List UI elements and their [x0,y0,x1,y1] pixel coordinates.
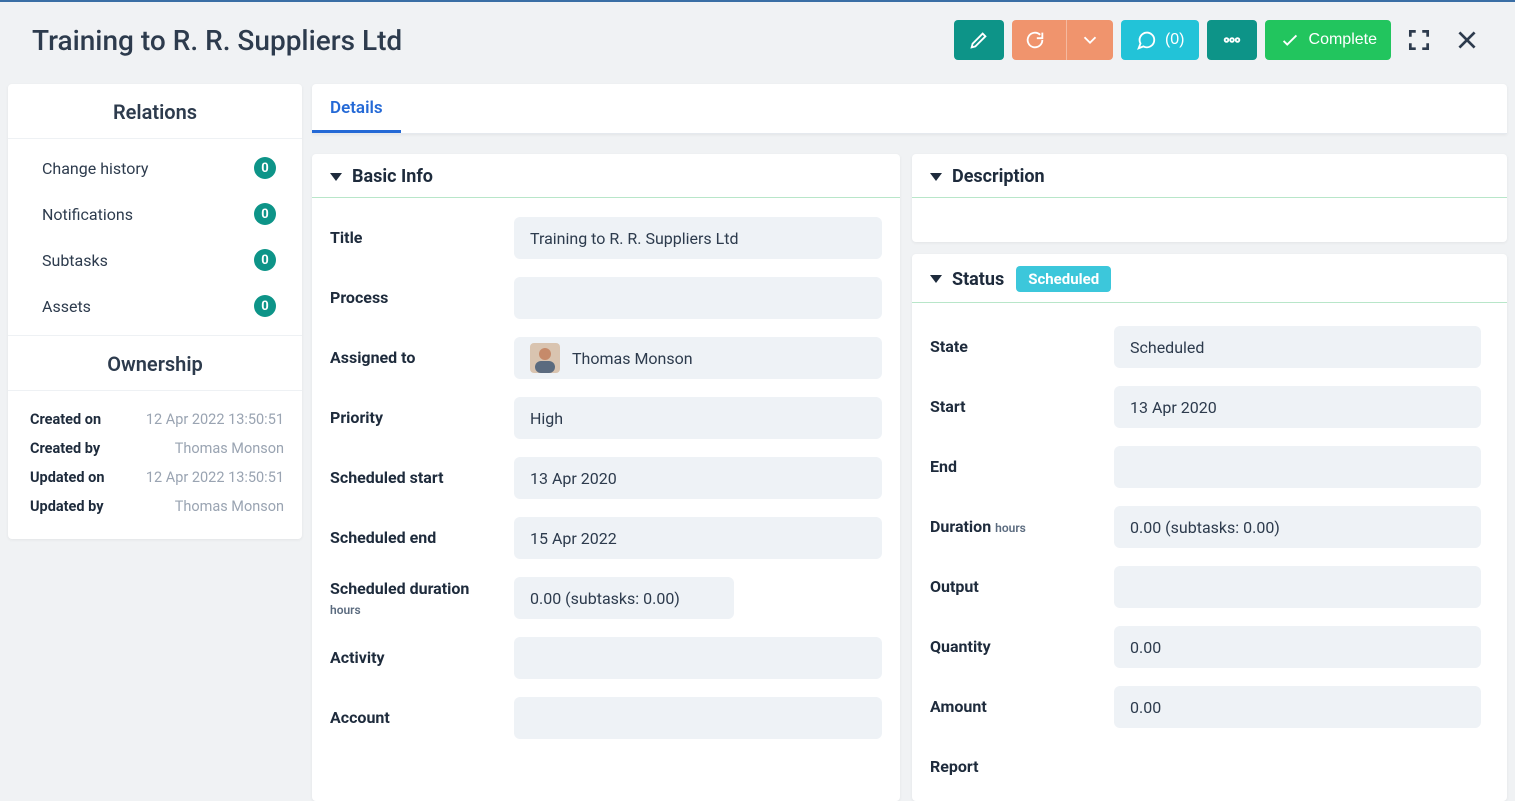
relation-label: Notifications [42,205,133,224]
header-actions: (0) Complete [954,20,1487,60]
refresh-split-button[interactable] [1012,20,1113,60]
title-field[interactable]: Training to R. R. Suppliers Ltd [514,217,882,259]
sched-dur-field[interactable]: 0.00 (subtasks: 0.00) [514,577,734,619]
complete-button[interactable]: Complete [1265,20,1391,60]
chevron-down-icon [1079,29,1101,51]
sched-end-field[interactable]: 15 Apr 2022 [514,517,882,559]
collapse-icon[interactable] [930,173,942,181]
relation-count: 0 [254,157,276,179]
amount-field[interactable]: 0.00 [1114,686,1481,728]
basic-info-heading: Basic Info [352,166,433,187]
created-by-label: Created by [30,440,100,457]
relations-title: Relations [8,84,302,139]
relation-label: Subtasks [42,251,108,270]
amount-label: Amount [930,697,1114,717]
relations-panel: Relations Change history 0 Notifications… [8,84,302,539]
edit-button[interactable] [954,20,1004,60]
check-icon [1279,29,1301,51]
comments-count: (0) [1165,31,1185,49]
activity-label: Activity [330,648,514,668]
refresh-dropdown-toggle[interactable] [1066,20,1113,60]
more-button[interactable] [1207,20,1257,60]
start-label: Start [930,397,1114,417]
ownership-title: Ownership [8,335,302,391]
quantity-label: Quantity [930,637,1114,657]
report-label: Report [930,757,1114,777]
comments-button[interactable]: (0) [1121,20,1199,60]
duration-label: Durationhours [930,517,1114,537]
start-field[interactable]: 13 Apr 2020 [1114,386,1481,428]
page-title: Training to R. R. Suppliers Ltd [32,24,954,57]
relation-count: 0 [254,203,276,225]
status-badge: Scheduled [1016,266,1111,292]
close-icon [1454,27,1480,53]
status-heading: Status [952,269,1004,290]
state-label: State [930,337,1114,357]
description-body[interactable] [912,198,1507,242]
created-on-value: 12 Apr 2022 13:50:51 [146,411,284,428]
quantity-field[interactable]: 0.00 [1114,626,1481,668]
more-icon [1221,29,1243,51]
account-field[interactable] [514,697,882,739]
process-field[interactable] [514,277,882,319]
basic-info-card: Basic Info Title Training to R. R. Suppl… [312,154,900,801]
assigned-value: Thomas Monson [572,349,693,368]
account-label: Account [330,708,514,728]
sched-start-field[interactable]: 13 Apr 2020 [514,457,882,499]
created-on-label: Created on [30,411,101,428]
relation-label: Assets [42,297,91,316]
collapse-icon[interactable] [330,173,342,181]
title-label: Title [330,228,514,248]
description-heading: Description [952,166,1045,187]
updated-on-label: Updated on [30,469,104,486]
output-label: Output [930,577,1114,597]
relation-count: 0 [254,295,276,317]
priority-field[interactable]: High [514,397,882,439]
pencil-icon [968,29,990,51]
relation-notifications[interactable]: Notifications 0 [8,191,302,237]
assigned-label: Assigned to [330,348,514,368]
status-card: Status Scheduled State Scheduled Start 1… [912,254,1507,801]
created-by-value: Thomas Monson [175,440,284,457]
refresh-icon [1024,29,1046,51]
updated-by-value: Thomas Monson [175,498,284,515]
updated-by-label: Updated by [30,498,104,515]
process-label: Process [330,288,514,308]
fullscreen-icon [1406,27,1432,53]
relation-change-history[interactable]: Change history 0 [8,145,302,191]
duration-field[interactable]: 0.00 (subtasks: 0.00) [1114,506,1481,548]
refresh-button[interactable] [1012,20,1058,60]
collapse-icon[interactable] [930,275,942,283]
output-field[interactable] [1114,566,1481,608]
ownership-grid: Created on 12 Apr 2022 13:50:51 Created b… [8,391,302,539]
close-button[interactable] [1447,20,1487,60]
sched-dur-label: Scheduled duration hours [330,579,514,618]
state-field[interactable]: Scheduled [1114,326,1481,368]
relation-subtasks[interactable]: Subtasks 0 [8,237,302,283]
sched-start-label: Scheduled start [330,468,514,488]
tabs: Details [312,84,1507,134]
activity-field[interactable] [514,637,882,679]
priority-label: Priority [330,408,514,428]
description-card: Description [912,154,1507,242]
relation-label: Change history [42,159,149,178]
end-label: End [930,457,1114,477]
avatar [530,343,560,373]
comment-icon [1135,29,1157,51]
sched-end-label: Scheduled end [330,528,514,548]
relation-assets[interactable]: Assets 0 [8,283,302,329]
updated-on-value: 12 Apr 2022 13:50:51 [146,469,284,486]
tab-details[interactable]: Details [312,84,401,133]
relation-count: 0 [254,249,276,271]
complete-label: Complete [1309,31,1377,49]
assigned-field[interactable]: Thomas Monson [514,337,882,379]
end-field[interactable] [1114,446,1481,488]
fullscreen-button[interactable] [1399,20,1439,60]
